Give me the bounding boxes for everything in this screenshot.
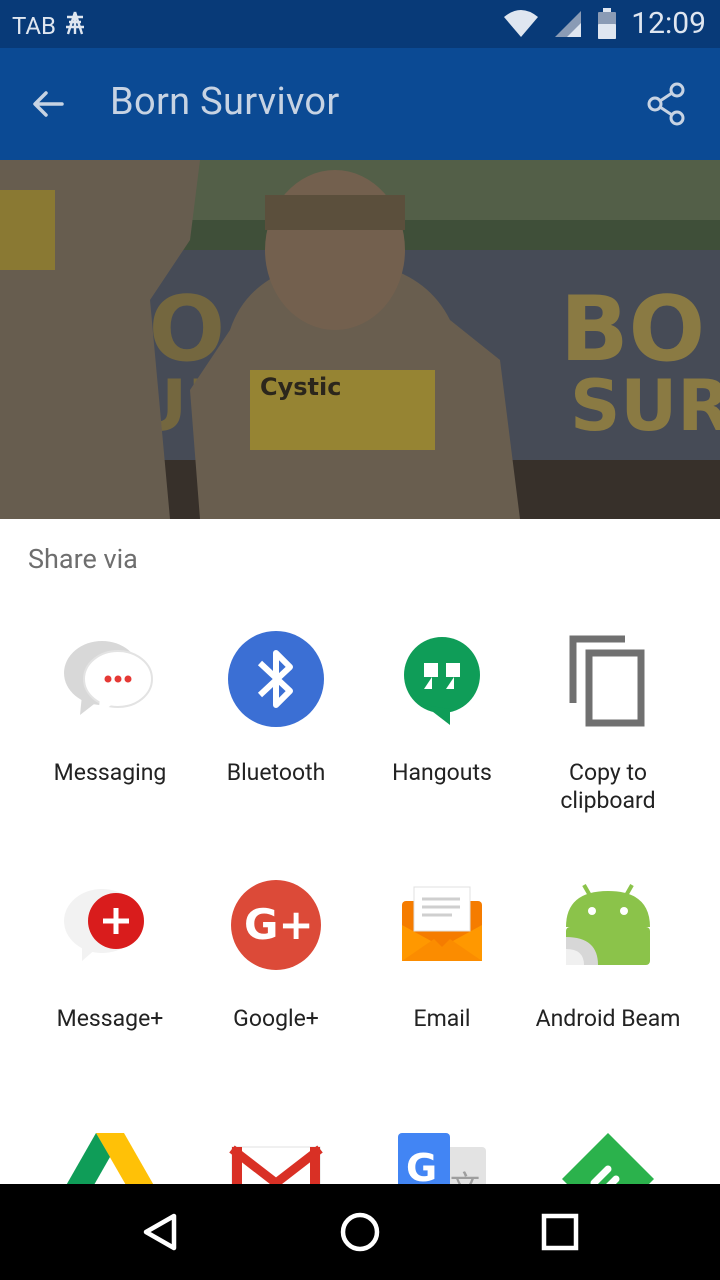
feedly-icon xyxy=(558,1127,658,1184)
cell-signal-icon xyxy=(553,9,583,39)
share-target-label: Messaging xyxy=(53,759,167,786)
arrow-back-icon xyxy=(33,91,64,117)
share-target-hangouts[interactable]: Hangouts xyxy=(359,629,525,787)
hangouts-icon xyxy=(392,629,492,729)
share-target-gmail[interactable] xyxy=(193,1127,359,1184)
messaging-icon xyxy=(60,629,160,729)
share-icon xyxy=(647,82,685,126)
copy-icon xyxy=(558,629,658,729)
share-target-label: Android Beam xyxy=(535,1005,681,1032)
home-circle-icon xyxy=(340,1212,380,1252)
hero-image: BO SURV BO SUR Cystic xyxy=(0,160,720,519)
share-target-email[interactable]: Email xyxy=(359,875,525,1033)
bluetooth-icon xyxy=(226,629,326,729)
recents-square-icon xyxy=(541,1213,579,1251)
nav-back-button[interactable] xyxy=(132,1204,188,1260)
app-toolbar: Born Survivor xyxy=(0,48,720,160)
carrier-label: TAB xyxy=(12,12,57,40)
status-right: 12:09 xyxy=(503,6,706,41)
nav-home-button[interactable] xyxy=(332,1204,388,1260)
status-bar: TAB 12:09 xyxy=(0,0,720,48)
clock: 12:09 xyxy=(631,6,706,41)
share-target-label: Message+ xyxy=(56,1005,164,1032)
system-nav-bar xyxy=(0,1184,720,1280)
share-target-label: Copy to clipboard xyxy=(560,759,656,814)
share-target-feedly[interactable] xyxy=(525,1127,691,1184)
email-icon xyxy=(392,875,492,975)
share-target-clipboard[interactable]: Copy to clipboard xyxy=(525,629,691,815)
svg-text:G: G xyxy=(406,1146,437,1184)
page-title: Born Survivor xyxy=(110,80,340,124)
share-button[interactable] xyxy=(636,74,696,134)
share-target-bluetooth[interactable]: Bluetooth xyxy=(193,629,359,787)
share-target-label: Google+ xyxy=(233,1005,319,1032)
signal-tower-icon xyxy=(64,10,86,42)
svg-text:文: 文 xyxy=(450,1170,480,1184)
nav-recents-button[interactable] xyxy=(532,1204,588,1260)
google-drive-icon xyxy=(60,1127,160,1184)
gmail-icon xyxy=(226,1127,326,1184)
share-sheet-title: Share via xyxy=(28,543,138,575)
share-target-translate[interactable]: 文 G xyxy=(359,1127,525,1184)
message-plus-icon xyxy=(60,875,160,975)
share-sheet: Share via Messaging Bluetooth Hangouts C… xyxy=(0,519,720,1184)
screen: TAB 12:09 Born Survivor BO SUR SUR Cysti… xyxy=(0,0,720,1280)
share-target-label: Email xyxy=(413,1005,471,1032)
share-target-label: Hangouts xyxy=(392,759,492,786)
share-target-messaging[interactable]: Messaging xyxy=(27,629,193,787)
status-left: TAB xyxy=(12,10,86,42)
share-target-drive[interactable] xyxy=(27,1127,193,1184)
share-target-android-beam[interactable]: Android Beam xyxy=(525,875,691,1033)
hero-overlay xyxy=(0,160,720,519)
share-target-message-plus[interactable]: Message+ xyxy=(27,875,193,1033)
battery-icon xyxy=(597,7,617,40)
share-target-label: Bluetooth xyxy=(226,759,326,786)
back-button[interactable] xyxy=(18,74,78,134)
share-target-google-plus[interactable]: G+ Google+ xyxy=(193,875,359,1033)
google-translate-icon: 文 G xyxy=(392,1127,492,1184)
wifi-icon xyxy=(503,9,539,39)
google-plus-icon: G+ xyxy=(226,875,326,975)
svg-text:G+: G+ xyxy=(244,900,314,949)
back-triangle-icon xyxy=(143,1213,177,1251)
android-beam-icon xyxy=(558,875,658,975)
